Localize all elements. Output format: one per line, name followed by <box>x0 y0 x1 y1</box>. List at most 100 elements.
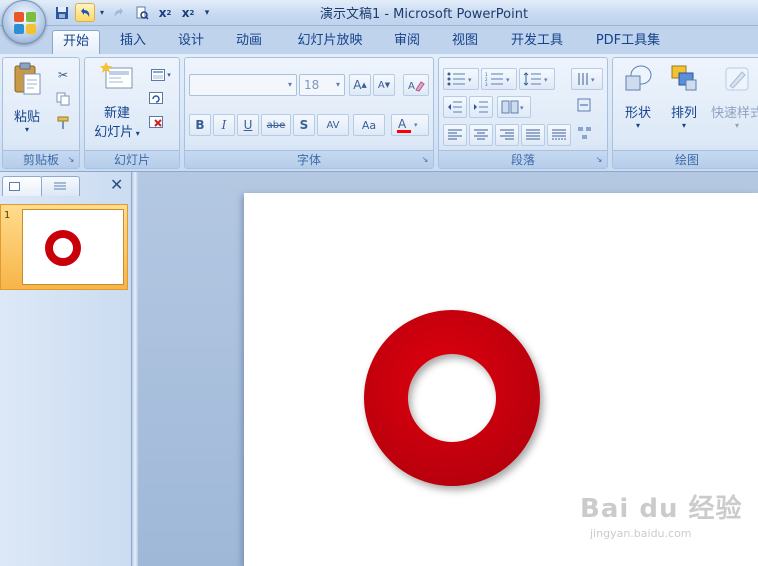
arrange-dropdown-icon: ▾ <box>681 121 686 130</box>
new-slide-dropdown-icon: ▾ <box>133 129 140 138</box>
office-button[interactable] <box>2 0 46 44</box>
group-font: ▾ 18 ▾ A ▲ A ▼ A B I U abe S AV Aa A ▾ 字体 ↘ <box>184 57 434 169</box>
justify-button[interactable] <box>521 124 545 146</box>
tab-home[interactable]: 开始 <box>52 30 100 54</box>
svg-text:▾: ▾ <box>520 104 524 112</box>
bullets-button[interactable]: ▾ <box>443 68 479 90</box>
cut-icon[interactable]: ✂ <box>53 66 73 84</box>
numbering-button[interactable]: 1 2 3 ▾ <box>481 68 517 90</box>
quick-styles-icon <box>725 67 749 91</box>
close-pane-icon[interactable]: ✕ <box>110 175 123 194</box>
arrange-label: 排列 <box>670 106 697 121</box>
increase-indent-button[interactable] <box>469 96 493 118</box>
quick-styles-dropdown-icon: ▾ <box>734 121 739 130</box>
font-name-combo[interactable]: ▾ <box>189 74 297 96</box>
slides-tab-icon <box>9 182 20 191</box>
font-size-value: 18 <box>304 78 320 92</box>
decrease-indent-icon <box>448 101 462 113</box>
shrink-font-label: A <box>377 79 385 91</box>
font-color-icon: A ▾ <box>397 117 418 133</box>
grow-font-button[interactable]: A ▲ <box>349 74 371 96</box>
format-painter-icon[interactable] <box>53 114 73 132</box>
tab-outline[interactable] <box>40 176 80 196</box>
slides-pane: ✕ 1 <box>0 172 132 566</box>
office-logo-icon <box>14 12 36 34</box>
svg-text:A: A <box>408 81 415 92</box>
quick-styles-label: 快速样式 <box>710 106 758 121</box>
tab-insert[interactable]: 插入 <box>110 30 156 54</box>
new-slide-label-line1: 新建 <box>103 106 130 121</box>
columns-button[interactable]: ▾ <box>497 96 531 118</box>
tab-pdf-tools[interactable]: PDF工具集 <box>586 30 670 54</box>
donut-shape[interactable] <box>354 303 554 503</box>
paragraph-launcher-icon[interactable]: ↘ <box>594 155 604 165</box>
quick-styles-button[interactable]: 快速样式 ▾ <box>707 64 758 144</box>
thumbnail-ring-shape <box>45 230 81 266</box>
reset-slide-icon[interactable] <box>147 90 167 108</box>
svg-text:▾: ▾ <box>414 121 418 129</box>
group-slides: 新建 幻灯片 ▾ ▾ 幻灯片 <box>84 57 180 169</box>
underline-button[interactable]: U <box>237 114 259 136</box>
drawing-group-label: 绘图 <box>613 150 758 168</box>
font-launcher-icon[interactable]: ↘ <box>420 155 430 165</box>
increase-indent-icon <box>474 101 488 113</box>
font-size-combo[interactable]: 18 ▾ <box>299 74 345 96</box>
baidu-jingyan-watermark: Bai du 经验 jingyan.baidu.com <box>580 488 758 564</box>
arrange-button[interactable]: 排列 ▾ <box>663 64 705 144</box>
new-slide-label-row: 幻灯片 ▾ <box>89 121 145 140</box>
paste-dropdown-icon: ▾ <box>24 125 29 134</box>
bold-button[interactable]: B <box>189 114 211 136</box>
decrease-indent-button[interactable] <box>443 96 467 118</box>
svg-text:A: A <box>398 117 407 131</box>
align-center-button[interactable] <box>469 124 493 146</box>
shapes-button[interactable]: 形状 ▾ <box>617 64 659 144</box>
shrink-font-button[interactable]: A ▼ <box>373 74 395 96</box>
arrange-icon <box>671 65 697 91</box>
align-right-button[interactable] <box>495 124 519 146</box>
title-bar: ▾ x2 x2 ▾ 演示文稿1 - Microsoft PowerPoint <box>0 0 758 26</box>
shapes-label: 形状 <box>624 106 651 121</box>
clear-formatting-icon: A <box>408 81 425 92</box>
slide-layout-icon[interactable]: ▾ <box>147 66 175 84</box>
change-case-button[interactable]: Aa <box>353 114 385 136</box>
strikethrough-button[interactable]: abe <box>261 114 291 136</box>
window-title: 演示文稿1 - Microsoft PowerPoint <box>319 7 529 22</box>
bullets-icon: ▾ <box>447 72 472 86</box>
text-shadow-button[interactable]: S <box>293 114 315 136</box>
tab-slide-show[interactable]: 幻灯片放映 <box>288 30 372 54</box>
svg-text:▾: ▾ <box>544 76 548 84</box>
slide-thumbnail[interactable] <box>22 209 124 285</box>
group-clipboard: 粘贴 ▾ ✂ 剪贴板 ↘ <box>2 57 80 169</box>
tab-review[interactable]: 审阅 <box>384 30 430 54</box>
line-spacing-icon: ▾ <box>523 72 548 86</box>
text-direction-button[interactable]: ▾ <box>571 68 603 90</box>
paste-button[interactable]: 粘贴 ▾ <box>7 62 47 142</box>
new-slide-label-line2: 幻灯片 <box>94 125 134 140</box>
clipboard-launcher-icon[interactable]: ↘ <box>66 155 76 165</box>
line-spacing-button[interactable]: ▾ <box>519 68 555 90</box>
align-text-icon[interactable] <box>575 96 595 114</box>
distributed-button[interactable] <box>547 124 571 146</box>
paste-icon <box>14 62 41 95</box>
ribbon: 粘贴 ▾ ✂ 剪贴板 ↘ 新建 幻灯片 ▾ ▾ 幻灯片 ▾ 18 ▾ A ▲ A… <box>0 54 758 172</box>
text-direction-icon: ▾ <box>578 73 595 85</box>
tab-slides-thumbnails[interactable] <box>2 176 42 196</box>
new-slide-button[interactable]: 新建 幻灯片 ▾ <box>89 62 145 142</box>
italic-button[interactable]: I <box>213 114 235 136</box>
copy-icon[interactable] <box>53 90 73 108</box>
smartart-icon[interactable] <box>575 124 595 142</box>
font-name-dropdown-icon: ▾ <box>287 80 292 89</box>
tab-developer[interactable]: 开发工具 <box>500 30 574 54</box>
character-spacing-button[interactable]: AV <box>317 114 349 136</box>
font-group-label: 字体 <box>185 150 433 168</box>
font-color-button[interactable]: A ▾ <box>391 114 429 136</box>
tab-animations[interactable]: 动画 <box>226 30 272 54</box>
align-left-button[interactable] <box>443 124 467 146</box>
svg-text:▾: ▾ <box>506 76 510 84</box>
clear-formatting-button[interactable]: A <box>403 74 429 96</box>
delete-slide-icon[interactable] <box>147 114 167 132</box>
columns-icon: ▾ <box>501 100 524 114</box>
svg-text:3: 3 <box>485 82 488 86</box>
tab-view[interactable]: 视图 <box>442 30 488 54</box>
tab-design[interactable]: 设计 <box>168 30 214 54</box>
